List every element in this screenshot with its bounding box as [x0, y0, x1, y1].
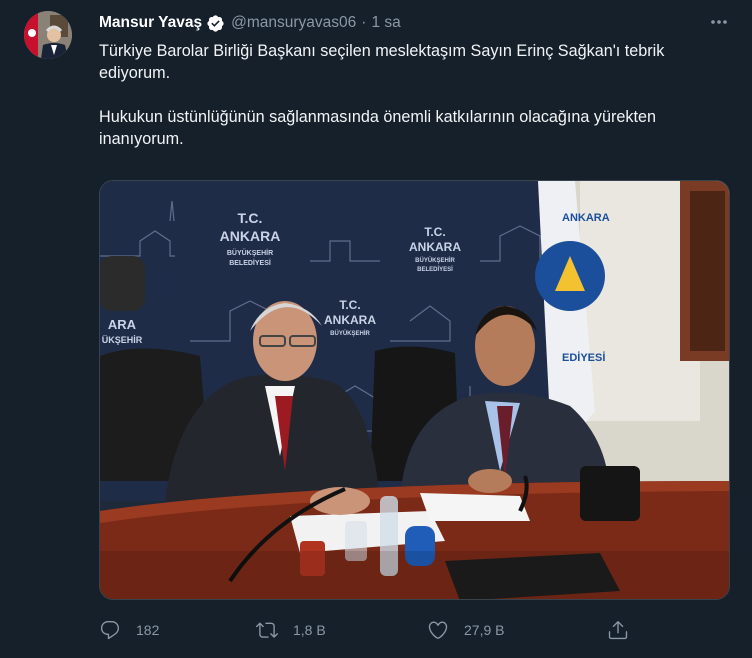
banner-text-buyuksehir: BÜYÜKŞEHİR — [227, 248, 273, 257]
flag-text-top: ANKARA — [562, 212, 610, 224]
banner-text-ankara-2: ANKARA — [409, 240, 461, 254]
author-handle[interactable]: @mansuryavas06 — [231, 14, 356, 32]
tweet[interactable]: Mansur Yavaş @mansuryavas06 · 1 sa Türki… — [0, 0, 752, 658]
signing-ceremony-photo: T.C. ANKARA BÜYÜKŞEHİR BELEDİYESİ T.C. A… — [100, 181, 729, 599]
tweet-paragraph-2: Hukukun üstünlüğünün sağlanmasında öneml… — [99, 108, 657, 148]
tweet-header: Mansur Yavaş @mansuryavas06 · 1 sa — [99, 12, 401, 34]
author-name[interactable]: Mansur Yavaş — [99, 14, 202, 32]
banner-text-ankara-3: ANKARA — [324, 313, 376, 327]
reply-icon — [100, 621, 120, 640]
share-button[interactable] — [607, 616, 629, 644]
tweet-timestamp[interactable]: 1 sa — [371, 14, 400, 32]
retweet-count: 1,8 B — [293, 622, 326, 638]
banner-text-tc-3: T.C. — [339, 298, 360, 312]
like-count: 27,9 B — [464, 622, 505, 638]
retweet-button[interactable]: 1,8 B — [256, 616, 326, 644]
share-icon — [608, 621, 628, 640]
avatar-image — [24, 11, 72, 59]
tweet-text: Türkiye Barolar Birliği Başkanı seçilen … — [99, 40, 729, 150]
reply-count: 182 — [136, 622, 160, 638]
tweet-paragraph-1: Türkiye Barolar Birliği Başkanı seçilen … — [99, 42, 665, 82]
flag-text-bottom: EDİYESİ — [562, 351, 605, 364]
banner-text-ankara: ANKARA — [220, 228, 281, 244]
tweet-photo[interactable]: T.C. ANKARA BÜYÜKŞEHİR BELEDİYESİ T.C. A… — [99, 180, 730, 600]
banner-text-belediyesi-2: BELEDİYESİ — [417, 266, 453, 273]
author-avatar[interactable] — [24, 11, 72, 59]
banner-text-belediyesi: BELEDİYESİ — [229, 259, 271, 267]
banner-text-tc: T.C. — [238, 210, 263, 226]
separator-dot: · — [361, 14, 367, 31]
reply-button[interactable]: 182 — [99, 616, 159, 644]
verified-badge-icon — [206, 14, 225, 33]
retweet-icon — [256, 622, 278, 638]
banner-text-buyuksehir-3: BÜYÜKŞEHİR — [330, 330, 370, 337]
like-icon — [428, 621, 448, 639]
like-button[interactable]: 27,9 B — [427, 616, 504, 644]
banner-text-left-2: ÜKŞEHİR — [102, 335, 143, 345]
more-options-icon[interactable] — [709, 12, 729, 32]
banner-text-left-1: ARA — [108, 317, 137, 332]
banner-text-buyuksehir-2: BÜYÜKŞEHİR — [415, 257, 455, 264]
tweet-action-bar: 182 1,8 B 27,9 B — [99, 616, 659, 644]
banner-text-tc-2: T.C. — [424, 225, 445, 239]
